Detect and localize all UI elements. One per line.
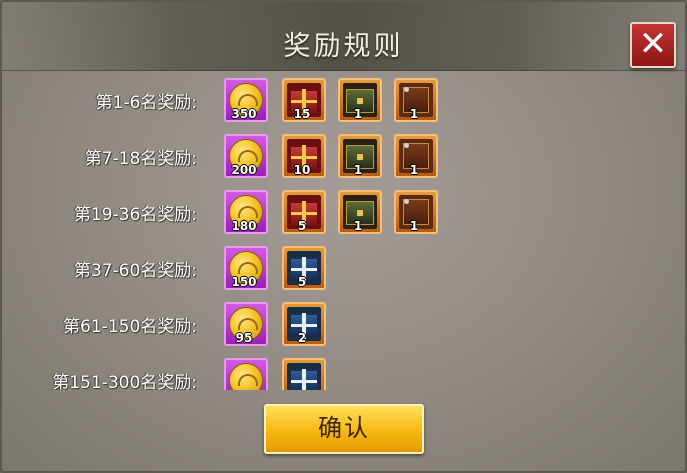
item-count: 10	[293, 163, 311, 177]
item-count: 150	[231, 275, 257, 289]
red-gift-box-item[interactable]: 5	[282, 190, 326, 234]
item-count: 1	[353, 163, 363, 177]
item-count: 1	[353, 107, 363, 121]
item-count: 5	[297, 275, 307, 289]
reward-row: 第7-18名奖励: 200 10 1 1	[2, 134, 685, 184]
blue-gift-box-item[interactable]: 2	[282, 302, 326, 346]
reward-rank-label: 第151-300名奖励:	[52, 373, 197, 390]
brown-frame-item[interactable]: 1	[394, 190, 438, 234]
brown-frame-item[interactable]: 1	[394, 78, 438, 122]
reward-rules-dialog: 奖励规则 ✕ 第1-6名奖励: 350 15 1 1 第7-18名奖励: 200 10 1 1 第1…	[0, 0, 687, 473]
reward-row: 第151-300名奖励:	[2, 358, 685, 390]
reward-rank-label: 第7-18名奖励:	[84, 149, 197, 169]
gold-coin-item[interactable]: 350	[224, 78, 268, 122]
reward-row: 第1-6名奖励: 350 15 1 1	[2, 78, 685, 128]
reward-list[interactable]: 第1-6名奖励: 350 15 1 1 第7-18名奖励: 200 10 1 1 第19-36名奖励…	[2, 2, 685, 390]
reward-row: 第61-150名奖励: 95 2	[2, 302, 685, 352]
reward-rank-label: 第61-150名奖励:	[63, 317, 197, 337]
green-chest-item[interactable]: 1	[338, 134, 382, 178]
green-chest-item[interactable]: 1	[338, 78, 382, 122]
item-count: 2	[297, 331, 307, 345]
reward-rank-label: 第19-36名奖励:	[73, 205, 197, 225]
red-gift-box-item[interactable]: 15	[282, 78, 326, 122]
item-count: 15	[293, 107, 311, 121]
gold-coin-item[interactable]: 150	[224, 246, 268, 290]
brown-frame-item[interactable]: 1	[394, 134, 438, 178]
gold-coin-item[interactable]	[224, 358, 268, 390]
item-count: 180	[231, 219, 257, 233]
reward-row: 第19-36名奖励: 180 5 1 1	[2, 190, 685, 240]
blue-gift-box-icon	[287, 363, 321, 390]
item-count: 1	[409, 219, 419, 233]
gold-coin-item[interactable]: 180	[224, 190, 268, 234]
reward-rank-label: 第1-6名奖励:	[95, 93, 198, 113]
blue-gift-box-item[interactable]: 5	[282, 246, 326, 290]
item-count: 95	[235, 331, 253, 345]
item-count: 5	[297, 219, 307, 233]
item-count: 200	[231, 163, 257, 177]
item-count: 350	[231, 107, 257, 121]
reward-row: 第37-60名奖励: 150 5	[2, 246, 685, 296]
gold-coin-item[interactable]: 200	[224, 134, 268, 178]
red-gift-box-item[interactable]: 10	[282, 134, 326, 178]
gold-coin-icon	[229, 363, 263, 390]
green-chest-item[interactable]: 1	[338, 190, 382, 234]
item-count: 1	[409, 107, 419, 121]
reward-rank-label: 第37-60名奖励:	[73, 261, 197, 281]
gold-coin-item[interactable]: 95	[224, 302, 268, 346]
confirm-button[interactable]: 确认	[264, 404, 424, 454]
item-count: 1	[353, 219, 363, 233]
item-count: 1	[409, 163, 419, 177]
blue-gift-box-item[interactable]	[282, 358, 326, 390]
